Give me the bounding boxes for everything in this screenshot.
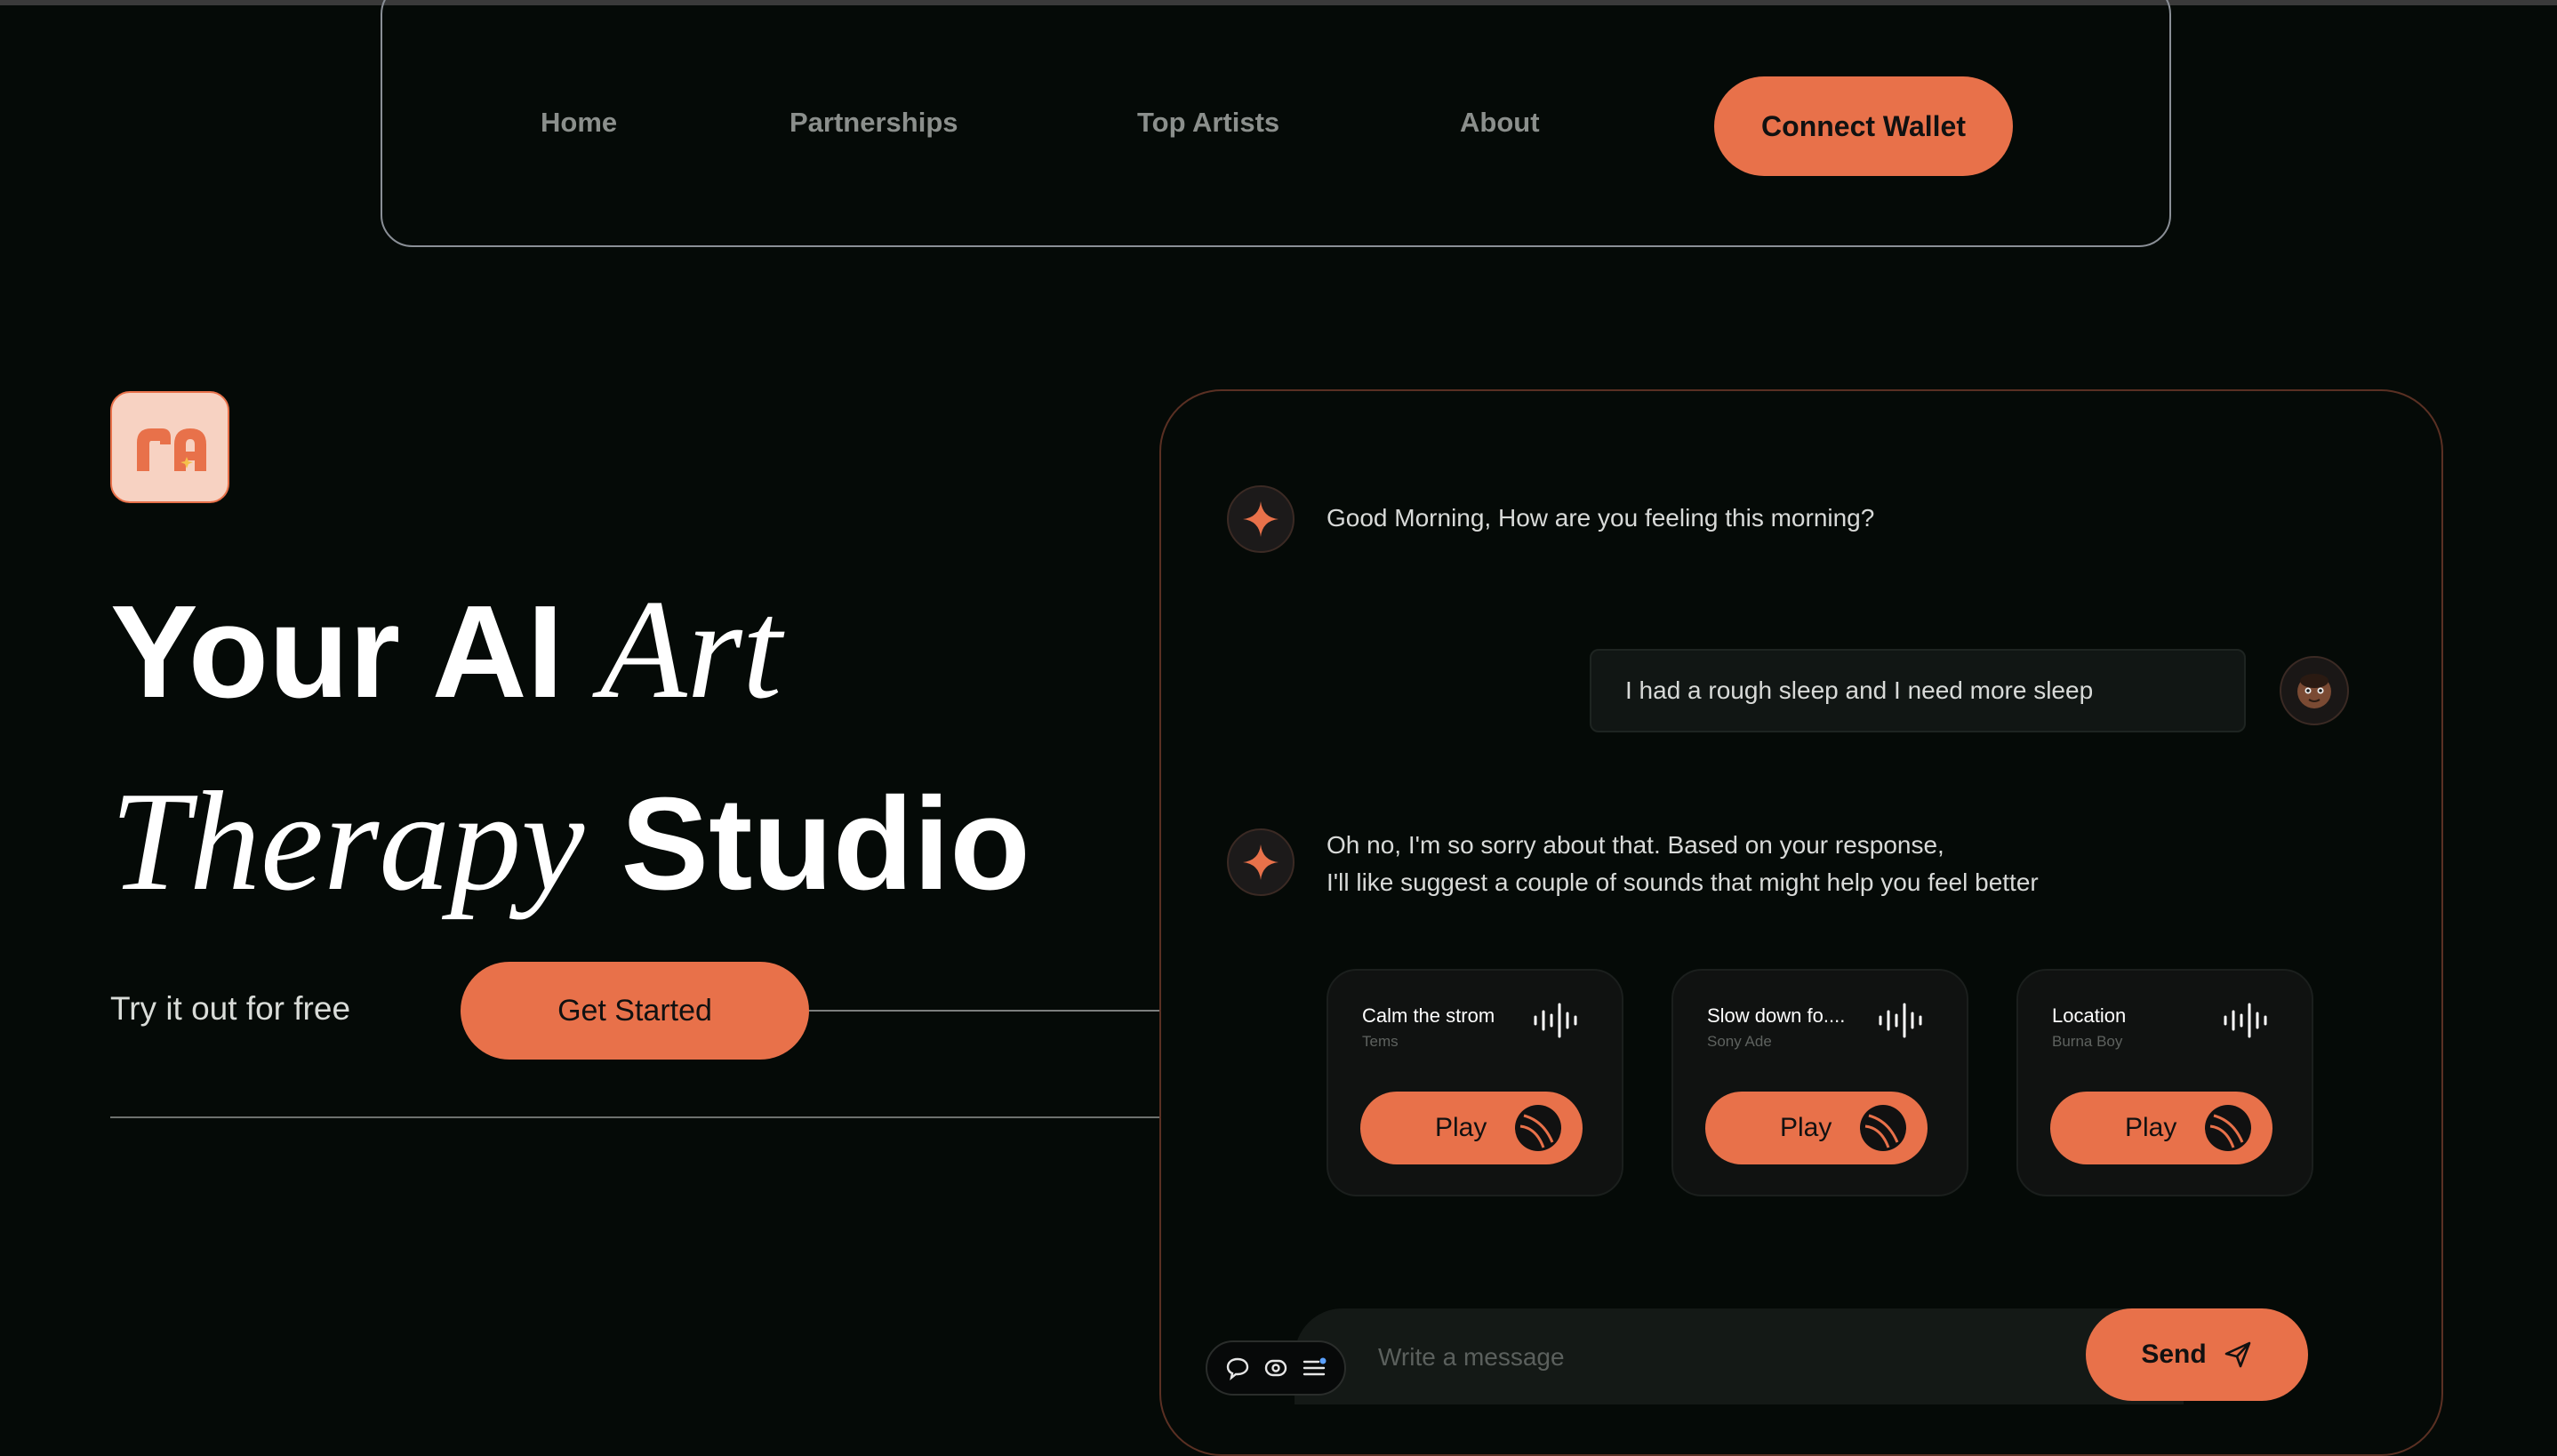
track-card: Location Burna Boy Play — [2016, 969, 2313, 1196]
chat-panel — [1159, 389, 2443, 1456]
comment-icon[interactable] — [1223, 1354, 1252, 1382]
play-button[interactable]: Play — [1360, 1092, 1583, 1164]
track-artist: Sony Ade — [1707, 1033, 1772, 1050]
bot-message: Oh no, I'm so sorry about that. Based on… — [1327, 827, 2039, 901]
menu-icon[interactable] — [1300, 1354, 1328, 1382]
play-label: Play — [1780, 1113, 1832, 1142]
waveform-icon — [1879, 1003, 1922, 1038]
app-logo[interactable] — [110, 391, 229, 503]
disc-icon — [1860, 1105, 1906, 1151]
avatar-face-icon — [2297, 674, 2331, 708]
play-label: Play — [2125, 1113, 2177, 1142]
track-title: Location — [2052, 1004, 2127, 1027]
track-title: Slow down fo.... — [1707, 1004, 1846, 1027]
divider-line — [809, 1010, 1161, 1012]
ra-logo-icon — [137, 428, 206, 471]
waveform-icon — [1534, 1003, 1577, 1038]
try-free-text: Try it out for free — [110, 990, 351, 1027]
hero-title-line-2: Therapy Studio — [110, 770, 1030, 912]
track-artist: Burna Boy — [2052, 1033, 2123, 1050]
track-card: Slow down fo.... Sony Ade Play — [1671, 969, 1968, 1196]
disc-icon — [2205, 1105, 2251, 1151]
disc-icon — [1515, 1105, 1561, 1151]
hero-title-bold-1: Your AI — [110, 579, 564, 725]
send-icon — [2224, 1341, 2250, 1368]
user-message: I had a rough sleep and I need more slee… — [1590, 649, 2246, 732]
track-title: Calm the strom — [1362, 1004, 1495, 1027]
track-artist: Tems — [1362, 1033, 1399, 1050]
bot-avatar — [1227, 485, 1295, 553]
track-card: Calm the strom Tems Play — [1327, 969, 1623, 1196]
get-started-button[interactable]: Get Started — [461, 962, 809, 1060]
user-message-text: I had a rough sleep and I need more slee… — [1625, 676, 2094, 704]
hero-title-bold-2: Studio — [621, 771, 1030, 917]
floating-toolbar — [1206, 1340, 1346, 1396]
sparkle-icon — [1243, 844, 1278, 880]
hero-title-line-1: Your AI Art — [110, 578, 782, 720]
nav-partnerships[interactable]: Partnerships — [790, 107, 958, 139]
bot-avatar — [1227, 828, 1295, 896]
nav-top-artists[interactable]: Top Artists — [1137, 107, 1279, 139]
play-label: Play — [1435, 1113, 1487, 1142]
hero-title-italic-2: Therapy — [110, 762, 585, 920]
nav-about[interactable]: About — [1460, 107, 1540, 139]
eye-icon[interactable] — [1262, 1354, 1290, 1382]
send-label: Send — [2141, 1340, 2207, 1369]
bot-message-line: Oh no, I'm so sorry about that. Based on… — [1327, 831, 1944, 859]
waveform-icon — [2224, 1003, 2267, 1038]
play-button[interactable]: Play — [2050, 1092, 2272, 1164]
send-button[interactable]: Send — [2086, 1308, 2308, 1401]
divider-line — [110, 1116, 1161, 1118]
connect-wallet-button[interactable]: Connect Wallet — [1714, 76, 2013, 176]
message-input[interactable] — [1376, 1333, 2056, 1381]
user-avatar — [2280, 656, 2349, 725]
nav-home[interactable]: Home — [541, 107, 617, 139]
sparkle-icon — [1243, 501, 1278, 537]
play-button[interactable]: Play — [1705, 1092, 1928, 1164]
bot-message: Good Morning, How are you feeling this m… — [1327, 504, 1875, 532]
bot-message-line: I'll like suggest a couple of sounds tha… — [1327, 868, 2039, 896]
hero-title-italic-1: Art — [599, 570, 782, 728]
